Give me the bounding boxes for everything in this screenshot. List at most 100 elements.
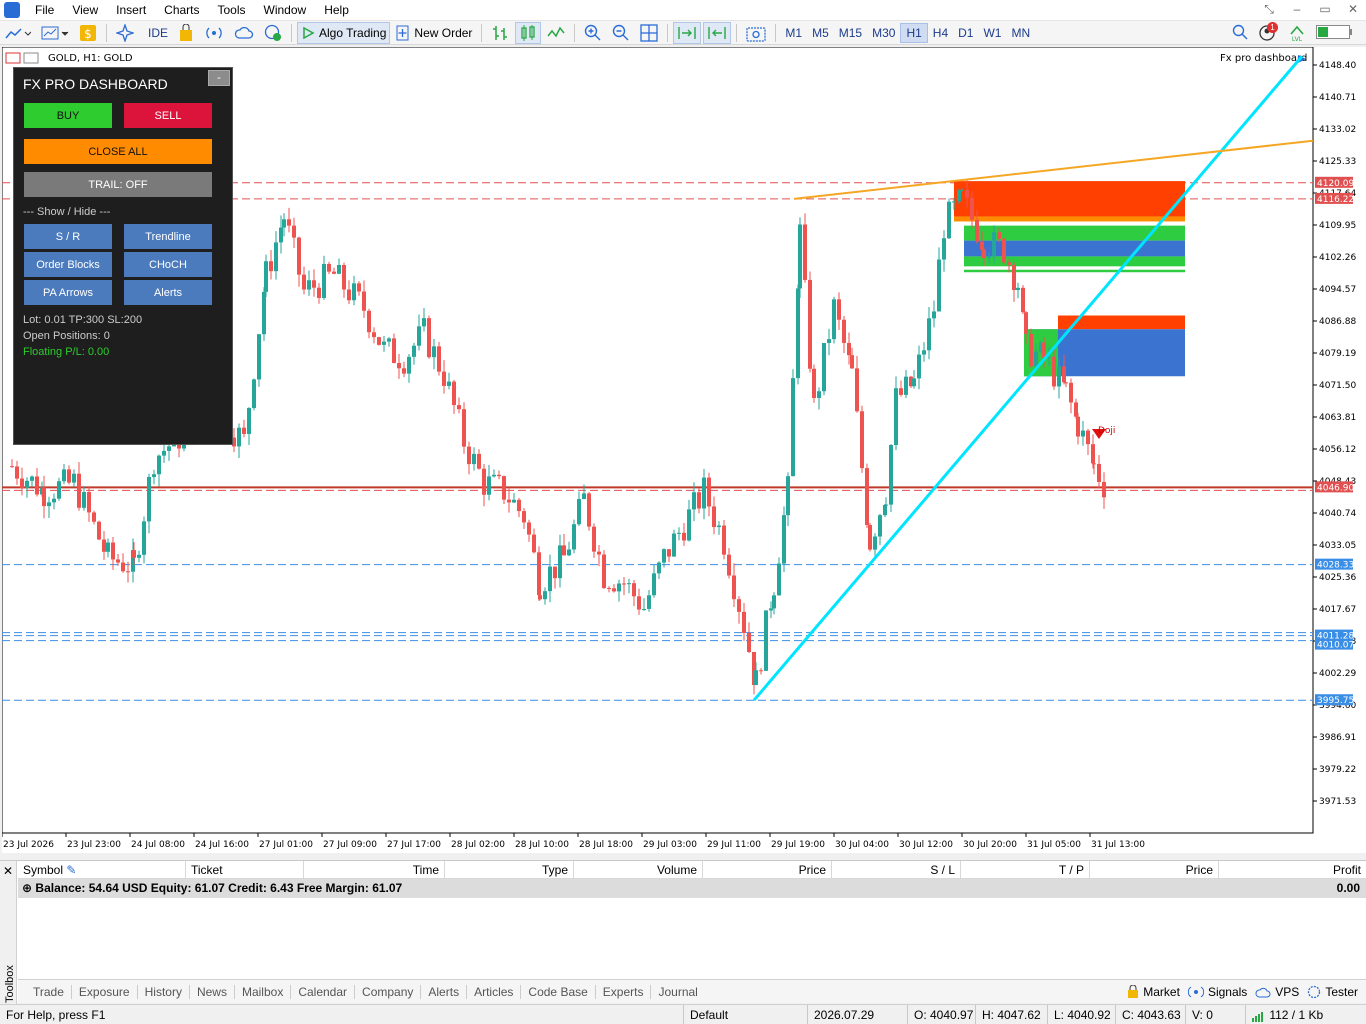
trendline-toggle-button[interactable]: Trendline [124,224,212,249]
vps-link[interactable]: VPS [1275,985,1299,999]
column-sl[interactable]: S / L [832,861,961,879]
menu-tools[interactable]: Tools [209,0,255,21]
new-order-button[interactable]: New Order [392,22,476,44]
column-current-price[interactable]: Price [1090,861,1219,879]
timeframe-mn[interactable]: MN [1006,23,1035,43]
auto-scroll-icon[interactable] [673,21,702,44]
zoom-out-icon[interactable] [608,22,634,44]
algo-trading-button[interactable]: Algo Trading [297,21,391,44]
toolbox-close-icon[interactable]: ✕ [3,864,13,878]
column-ticket[interactable]: Ticket [186,861,304,879]
menu-help[interactable]: Help [315,0,358,21]
tab-trade[interactable]: Trade [26,984,72,999]
dashboard-minimize-button[interactable]: - [208,70,230,86]
tab-exposure[interactable]: Exposure [72,984,138,999]
ide-button[interactable]: IDE [140,22,172,44]
candlestick-icon[interactable] [515,21,542,44]
alerts-toggle-button[interactable]: Alerts [124,280,212,305]
candle-body [1012,265,1016,291]
column-tp[interactable]: T / P [961,861,1090,879]
pa-arrows-toggle-button[interactable]: PA Arrows [24,280,112,305]
column-symbol[interactable]: Symbol ✎ [18,861,186,879]
sparkle-icon[interactable] [112,22,138,44]
column-profit[interactable]: Profit [1219,861,1366,879]
timeframe-h1[interactable]: H1 [900,22,928,43]
tab-articles[interactable]: Articles [467,984,522,999]
column-price[interactable]: Price [703,861,832,879]
menu-file[interactable]: File [26,0,63,21]
buy-button[interactable]: BUY [24,103,112,128]
zoom-in-icon[interactable] [580,22,606,44]
chart-template-icon[interactable] [37,22,73,44]
maximize-icon[interactable]: ▭ [1318,2,1332,16]
tab-experts[interactable]: Experts [596,984,652,999]
candle-body [567,549,571,556]
chart-shift-icon[interactable] [703,21,732,44]
column-volume[interactable]: Volume [574,861,703,879]
balance-row[interactable]: ⊕ Balance: 54.64 USD Equity: 61.07 Credi… [18,879,1366,898]
price-axis-label: 4017.67 [1319,605,1356,615]
time-axis-label: 24 Jul 08:00 [131,840,185,850]
signals-icon[interactable] [200,22,228,44]
indicators-icon[interactable] [1,22,35,44]
toolbox-sidebar: ✕ Toolbox [0,861,17,1004]
menu-window[interactable]: Window [255,0,316,21]
tab-journal[interactable]: Journal [651,985,704,999]
line-chart-icon[interactable] [543,22,569,44]
lvl-icon[interactable]: LVL [1288,23,1306,41]
expand-icon[interactable]: ⊕ [22,881,32,895]
tab-news[interactable]: News [190,984,235,999]
tab-code-base[interactable]: Code Base [521,984,596,999]
menu-view[interactable]: View [63,0,107,21]
candle-body [682,532,686,541]
menu-insert[interactable]: Insert [107,0,155,21]
candle-body [92,512,96,522]
timeframe-m5[interactable]: M5 [807,23,834,43]
status-high: H: 4047.62 [975,1005,1047,1024]
tester-link[interactable]: Tester [1325,985,1358,999]
notifications-icon[interactable]: 1 [1258,22,1278,41]
bar-chart-icon[interactable] [487,22,513,44]
tab-history[interactable]: History [138,984,190,999]
menu-charts[interactable]: Charts [155,0,208,21]
column-time[interactable]: Time [304,861,445,879]
candle-body [462,409,466,447]
sr-toggle-button[interactable]: S / R [24,224,112,249]
close-icon[interactable]: ✕ [1346,2,1360,16]
timeframe-m1[interactable]: M1 [780,23,807,43]
timeframe-m30[interactable]: M30 [867,23,900,43]
candle-body [282,219,286,228]
price-axis-label: 4086.88 [1319,317,1356,327]
market-link[interactable]: Market [1143,985,1180,999]
tab-company[interactable]: Company [355,984,422,999]
close-all-button[interactable]: CLOSE ALL [24,139,212,164]
candle-body [980,241,984,250]
candle-body [850,355,854,369]
vps-icon[interactable] [260,22,286,44]
dollar-icon[interactable]: $ [75,22,101,44]
tab-alerts[interactable]: Alerts [421,984,468,999]
trail-toggle-button[interactable]: TRAIL: OFF [24,172,212,197]
sell-button[interactable]: SELL [124,103,212,128]
market-icon[interactable] [174,22,198,44]
minimize-icon[interactable]: – [1290,2,1304,16]
tile-windows-icon[interactable] [636,22,662,44]
timeframe-m15[interactable]: M15 [834,23,867,43]
cloud-icon[interactable] [230,22,258,44]
tab-mailbox[interactable]: Mailbox [235,984,292,999]
timeframe-w1[interactable]: W1 [978,23,1006,43]
tab-calendar[interactable]: Calendar [291,984,356,999]
choch-toggle-button[interactable]: CHoCH [124,252,212,277]
timeframe-h4[interactable]: H4 [928,23,953,43]
candle-body [147,476,151,522]
status-profile[interactable]: Default [683,1005,807,1024]
edit-icon[interactable]: ✎ [66,863,76,877]
candle-body [126,571,130,573]
restore-icon[interactable]: ⤡ [1262,2,1276,16]
column-type[interactable]: Type [445,861,574,879]
order-blocks-toggle-button[interactable]: Order Blocks [24,252,112,277]
signals-link[interactable]: Signals [1208,985,1247,999]
search-icon[interactable] [1232,24,1248,40]
timeframe-d1[interactable]: D1 [953,23,978,43]
screenshot-icon[interactable] [742,22,770,44]
